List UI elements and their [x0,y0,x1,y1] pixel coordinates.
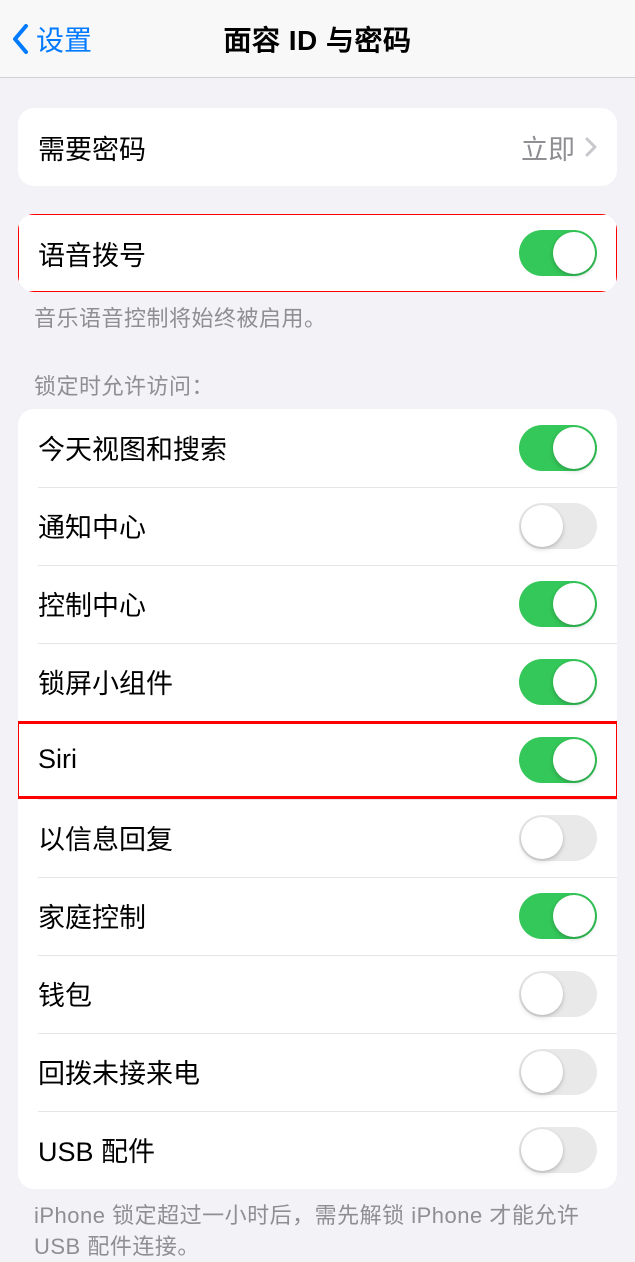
siri-toggle[interactable] [519,737,597,783]
usb-accessories-label: USB 配件 [38,1130,155,1169]
toggle-knob [521,973,563,1015]
lock-access-header: 锁定时允许访问： [0,335,635,409]
siri-label: Siri [38,744,77,775]
return-missed-calls-toggle[interactable] [519,1049,597,1095]
toggle-knob [521,1129,563,1171]
wallet-toggle[interactable] [519,971,597,1017]
notification-center-toggle[interactable] [519,503,597,549]
control-center-label: 控制中心 [38,584,146,623]
today-view-row: 今天视图和搜索 [18,409,617,487]
voice-dial-group: 语音拨号 [18,214,617,292]
return-missed-calls-label: 回拨未接来电 [38,1052,200,1091]
toggle-knob [553,427,595,469]
control-center-toggle[interactable] [519,581,597,627]
require-passcode-label: 需要密码 [38,128,146,167]
notification-center-row: 通知中心 [18,487,617,565]
voice-dial-footer: 音乐语音控制将始终被启用。 [0,292,635,335]
today-view-label: 今天视图和搜索 [38,428,227,467]
navigation-bar: 设置 面容 ID 与密码 [0,0,635,78]
usb-accessories-toggle[interactable] [519,1127,597,1173]
wallet-row: 钱包 [18,955,617,1033]
passcode-group: 需要密码 立即 [18,108,617,186]
lock-screen-widgets-row: 锁屏小组件 [18,643,617,721]
toggle-knob [521,817,563,859]
reply-with-message-label: 以信息回复 [38,818,173,857]
usb-footer: iPhone 锁定超过一小时后，需先解锁 iPhone 才能允许 USB 配件连… [0,1189,635,1262]
toggle-knob [553,739,595,781]
siri-row: Siri [18,721,617,799]
toggle-knob [553,583,595,625]
chevron-right-icon [585,137,597,157]
require-passcode-row[interactable]: 需要密码 立即 [18,108,617,186]
reply-with-message-toggle[interactable] [519,815,597,861]
page-title: 面容 ID 与密码 [223,19,411,59]
home-control-row: 家庭控制 [18,877,617,955]
home-control-toggle[interactable] [519,893,597,939]
usb-accessories-row: USB 配件 [18,1111,617,1189]
home-control-label: 家庭控制 [38,896,146,935]
lock-screen-widgets-toggle[interactable] [519,659,597,705]
back-label: 设置 [36,19,92,59]
require-passcode-value: 立即 [521,128,575,167]
chevron-left-icon [12,24,30,54]
voice-dial-toggle[interactable] [519,230,597,276]
voice-dial-label: 语音拨号 [38,234,146,273]
toggle-knob [553,895,595,937]
voice-dial-row: 语音拨号 [18,214,617,292]
notification-center-label: 通知中心 [38,506,146,545]
toggle-knob [521,1051,563,1093]
lock-access-group: 今天视图和搜索 通知中心 控制中心 锁屏小组件 Siri 以信息回复 家庭控制 [18,409,617,1189]
toggle-knob [553,661,595,703]
return-missed-calls-row: 回拨未接来电 [18,1033,617,1111]
back-button[interactable]: 设置 [12,19,92,59]
lock-screen-widgets-label: 锁屏小组件 [38,662,173,701]
today-view-toggle[interactable] [519,425,597,471]
control-center-row: 控制中心 [18,565,617,643]
wallet-label: 钱包 [38,974,92,1013]
content-area: 需要密码 立即 语音拨号 音乐语音控制将始终被启用。 锁定时允许访问： 今天视图… [0,108,635,1262]
reply-with-message-row: 以信息回复 [18,799,617,877]
toggle-knob [553,232,595,274]
toggle-knob [521,505,563,547]
